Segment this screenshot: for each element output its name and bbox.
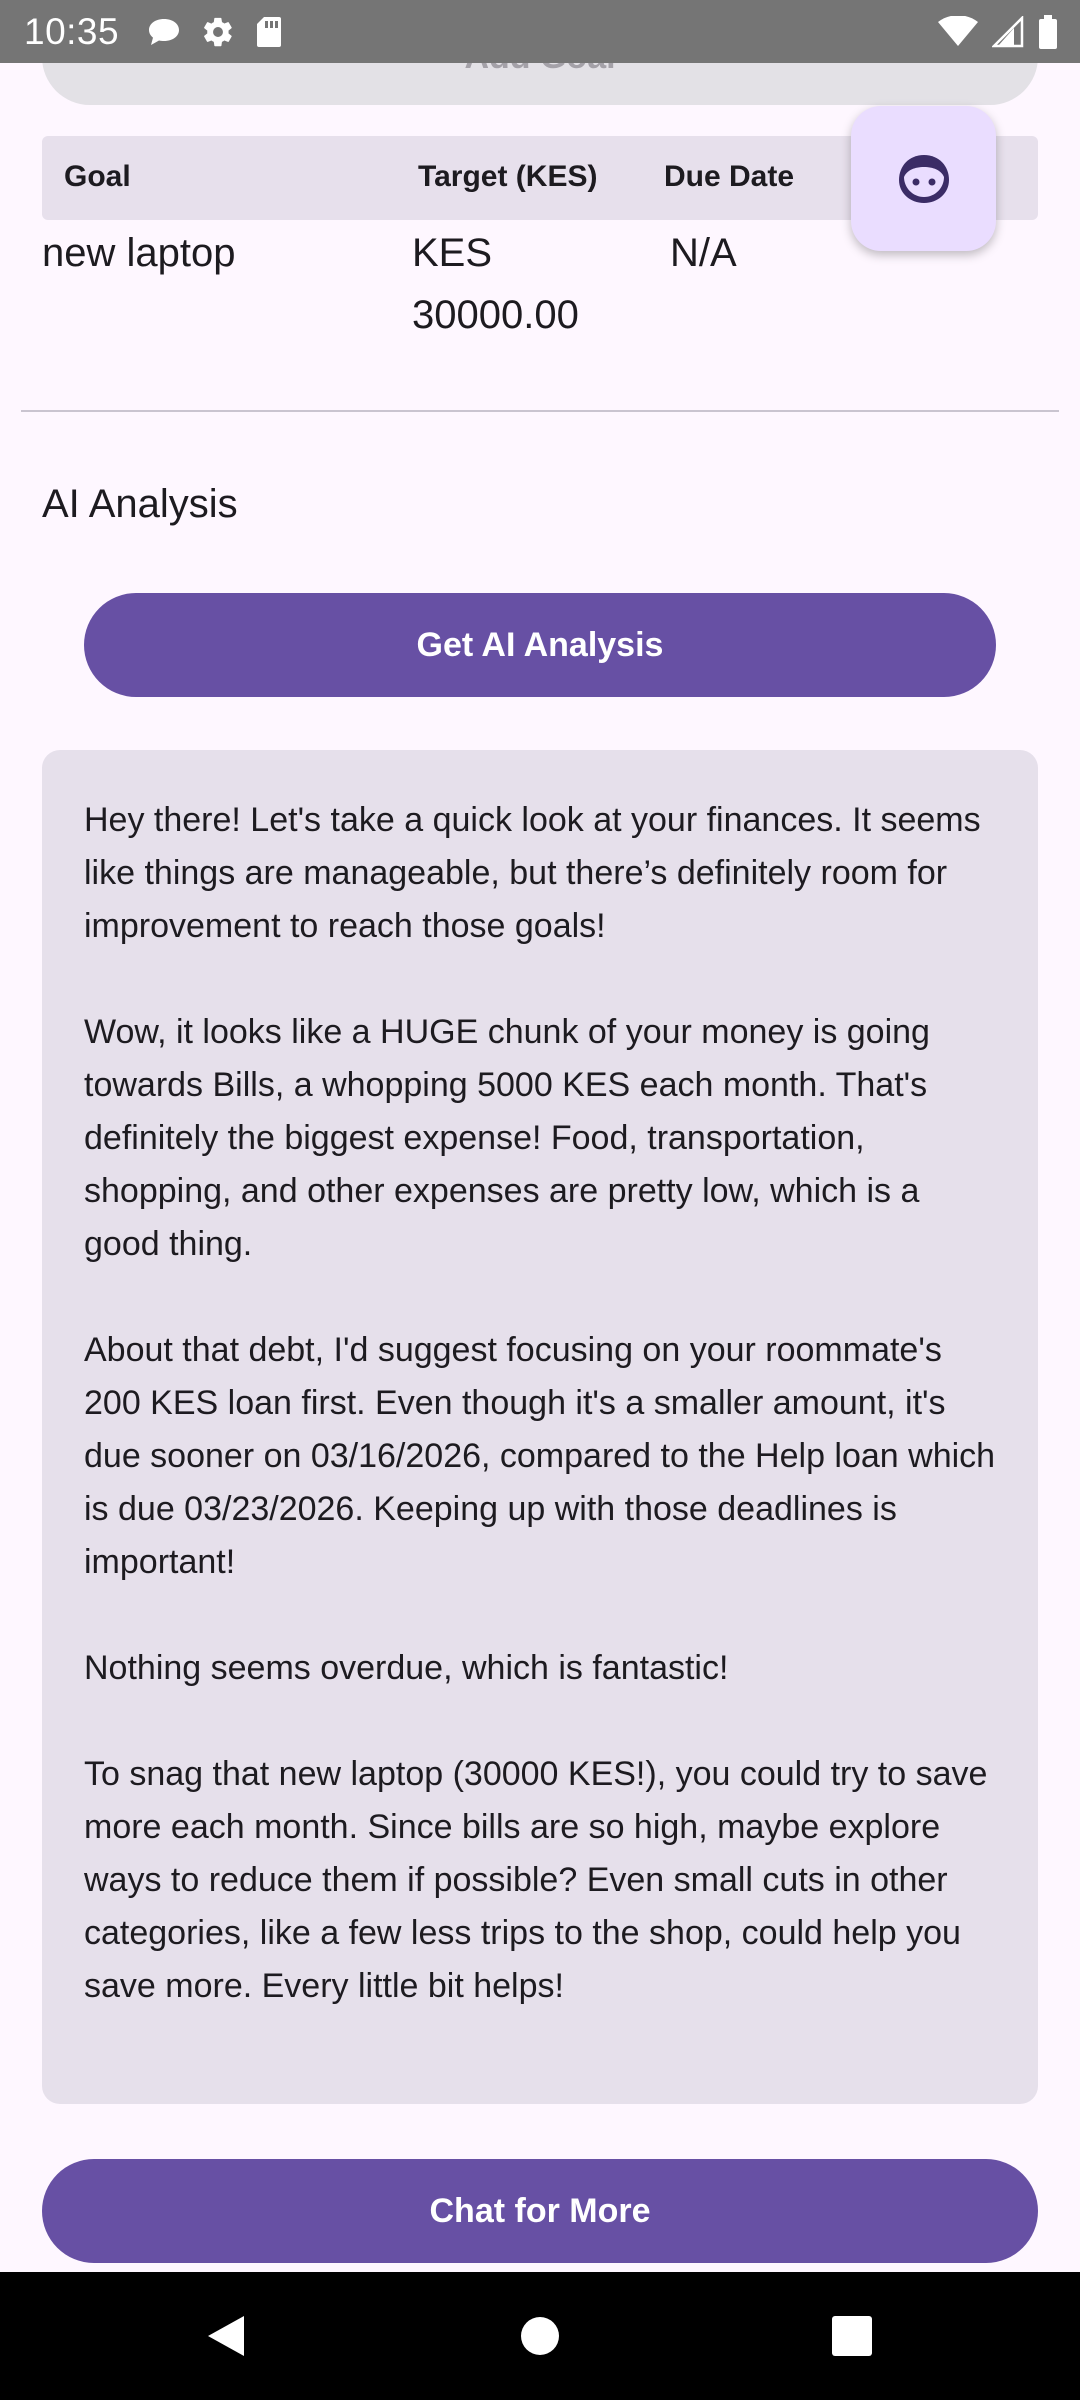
- header-goal: Goal: [64, 160, 131, 193]
- goal-target-cell: KES 30000.00: [412, 231, 579, 337]
- gear-icon: [201, 15, 235, 49]
- header-due-date: Due Date: [664, 160, 795, 193]
- ai-analysis-card: Hey there! Let's take a quick look at yo…: [42, 750, 1038, 2104]
- wifi-icon: [938, 15, 978, 48]
- notification-icons: [147, 15, 283, 49]
- goal-due-cell: N/A: [670, 231, 737, 275]
- analysis-paragraph: Hey there! Let's take a quick look at yo…: [84, 801, 981, 945]
- navigation-bar: [0, 2272, 1080, 2400]
- header-target: Target (KES): [418, 160, 598, 193]
- status-bar: 10:35: [0, 0, 1080, 63]
- chatbot-fab[interactable]: [851, 106, 996, 251]
- screen: 10:35 Add Goal: [0, 0, 1080, 2400]
- analysis-paragraph: To snag that new laptop (30000 KES!), yo…: [84, 1755, 988, 2005]
- recents-icon[interactable]: [828, 2312, 876, 2360]
- analysis-paragraph: Nothing seems overdue, which is fantasti…: [84, 1649, 729, 1687]
- system-icons: [938, 0, 1058, 63]
- divider: [21, 410, 1059, 412]
- chatbot-face-icon: [896, 153, 952, 205]
- chat-bubble-icon: [147, 17, 181, 47]
- analysis-paragraph: Wow, it looks like a HUGE chunk of your …: [84, 1013, 930, 1263]
- get-ai-analysis-button[interactable]: Get AI Analysis: [84, 593, 996, 697]
- back-icon[interactable]: [202, 2312, 250, 2360]
- chat-for-more-button[interactable]: Chat for More: [42, 2159, 1038, 2263]
- goal-name-cell: new laptop: [42, 231, 236, 275]
- status-time: 10:35: [24, 10, 120, 52]
- cell-signal-icon: [992, 15, 1024, 48]
- home-icon[interactable]: [516, 2312, 564, 2360]
- battery-icon: [1038, 14, 1058, 49]
- ai-analysis-title: AI Analysis: [42, 482, 238, 526]
- sd-card-icon: [255, 15, 283, 49]
- analysis-paragraph: About that debt, I'd suggest focusing on…: [84, 1331, 996, 1581]
